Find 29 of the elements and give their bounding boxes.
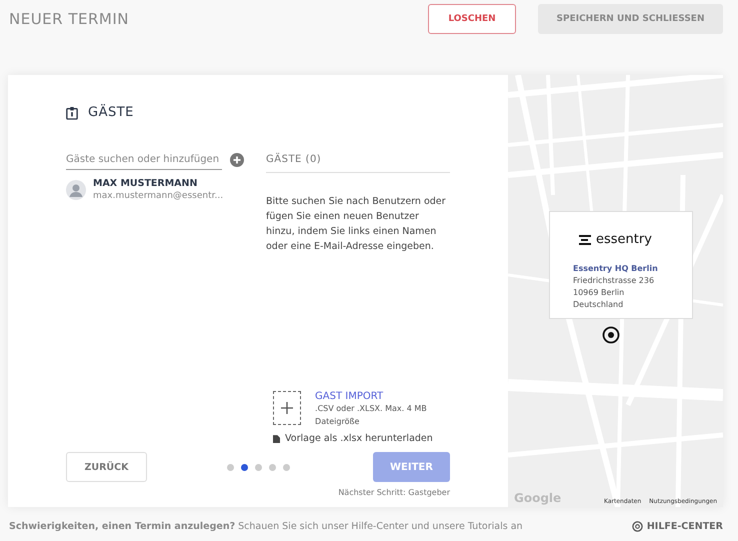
logo-text: essentry [596, 232, 652, 247]
address-line: Friedrichstrasse 236 [573, 275, 656, 287]
back-button[interactable]: ZURÜCK [66, 452, 147, 482]
guests-heading: GÄSTE (0) [266, 150, 450, 173]
help-text: Schwierigkeiten, einen Termin anzulegen? Schauen Sie sich unser Hilfe-Center und unsere Tutorials an [9, 521, 523, 532]
place-name: Essentry HQ Berlin [573, 263, 659, 275]
address-line: 10969 Berlin [573, 287, 626, 299]
section-title: GÄSTE [88, 105, 134, 120]
avatar-icon [66, 180, 86, 200]
save-close-button[interactable]: SPEICHERN UND SCHLIESSEN [538, 4, 723, 34]
badge-icon [66, 106, 78, 120]
page-title: NEUER TERMIN [9, 10, 129, 28]
guest-email: max.mustermann@essentr... [93, 191, 224, 201]
template-download-link[interactable]: Vorlage als .xlsx herunterladen [285, 433, 433, 444]
upload-dropzone[interactable] [273, 391, 302, 425]
add-icon[interactable] [230, 153, 244, 167]
next-step-label: Nächster Schritt: Gastgeber [338, 488, 450, 497]
search-result-item[interactable]: MAX MUSTERMANN max.mustermann@essentr... [66, 178, 246, 201]
logo-icon [579, 234, 593, 244]
import-description: .CSV oder .XLSX. Max. 4 MB Dateigröße [315, 403, 428, 428]
guests-hint: Bitte suchen Sie nach Benutzern oder fügen Sie einen neuen Benutzer hinzu, indem Sie links einen Namen oder eine E-Mail-Adresse eingeben. [266, 195, 447, 254]
delete-button[interactable]: LOSCHEN [428, 4, 516, 34]
guest-name: MAX MUSTERMANN [93, 178, 198, 189]
help-center-link[interactable]: HILFE-CENTER [632, 521, 723, 532]
address-line: Deutschland [573, 299, 624, 311]
import-title[interactable]: GAST IMPORT [315, 391, 450, 402]
document-icon [273, 434, 280, 442]
location-pin-icon [602, 326, 620, 344]
plus-icon [281, 402, 294, 414]
